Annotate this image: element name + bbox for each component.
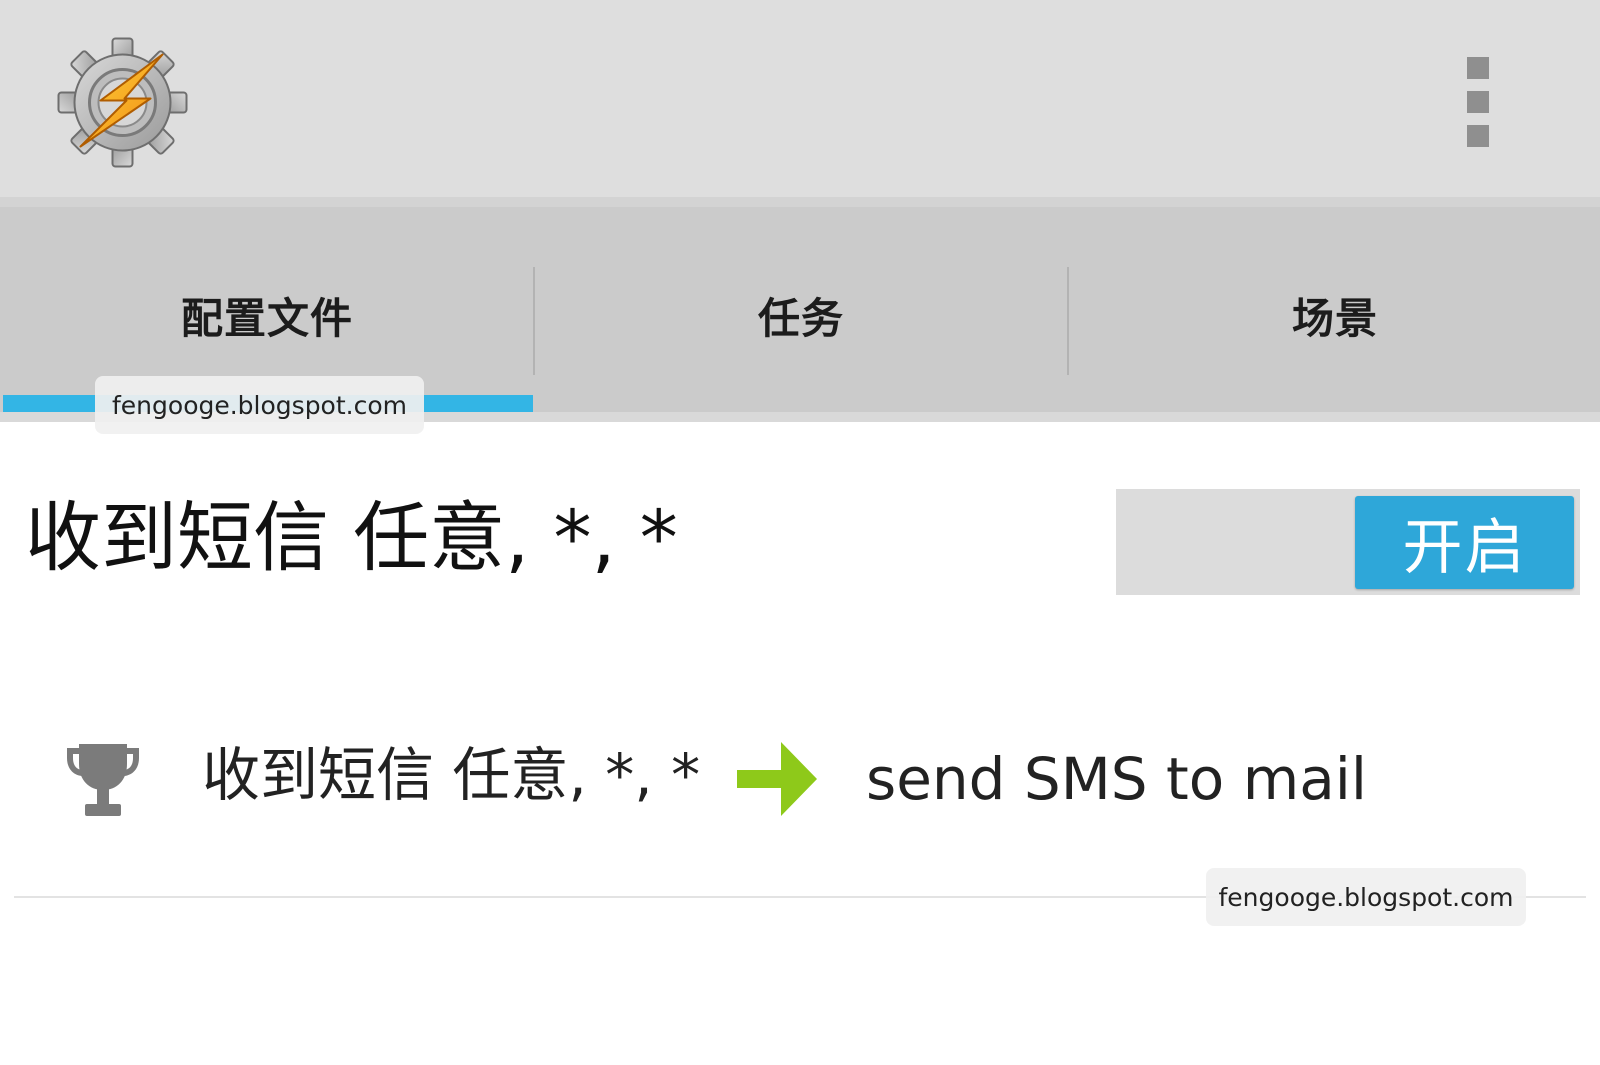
toggle-knob: 开启 [1355, 496, 1574, 589]
watermark: fengooge.blogspot.com [95, 376, 424, 434]
tab-label: 任务 [757, 294, 844, 343]
tab-scenes[interactable]: 场景 [1068, 207, 1600, 422]
task-label[interactable]: send SMS to mail [866, 750, 1367, 808]
tab-label: 配置文件 [180, 294, 353, 343]
trophy-icon [65, 740, 141, 818]
tasker-gear-lightning-icon [55, 35, 190, 170]
profile-detail-row[interactable]: 收到短信 任意, *, * send SMS to mail [0, 720, 1600, 840]
profile-enable-toggle[interactable]: 开启 [1116, 489, 1580, 595]
context-label[interactable]: 收到短信 任意, *, * [202, 746, 700, 804]
tab-tasks[interactable]: 任务 [534, 207, 1068, 422]
profile-title[interactable]: 收到短信 任意, *, * [25, 500, 678, 576]
overflow-menu-icon[interactable] [1455, 52, 1503, 152]
menu-dot [1467, 91, 1489, 113]
arrow-right-icon [735, 738, 819, 820]
menu-dot [1467, 125, 1489, 147]
tab-label: 场景 [1291, 294, 1378, 343]
menu-dot [1467, 57, 1489, 79]
app-bar [0, 0, 1600, 197]
watermark: fengooge.blogspot.com [1206, 868, 1526, 926]
toggle-label: 开启 [1402, 513, 1527, 583]
